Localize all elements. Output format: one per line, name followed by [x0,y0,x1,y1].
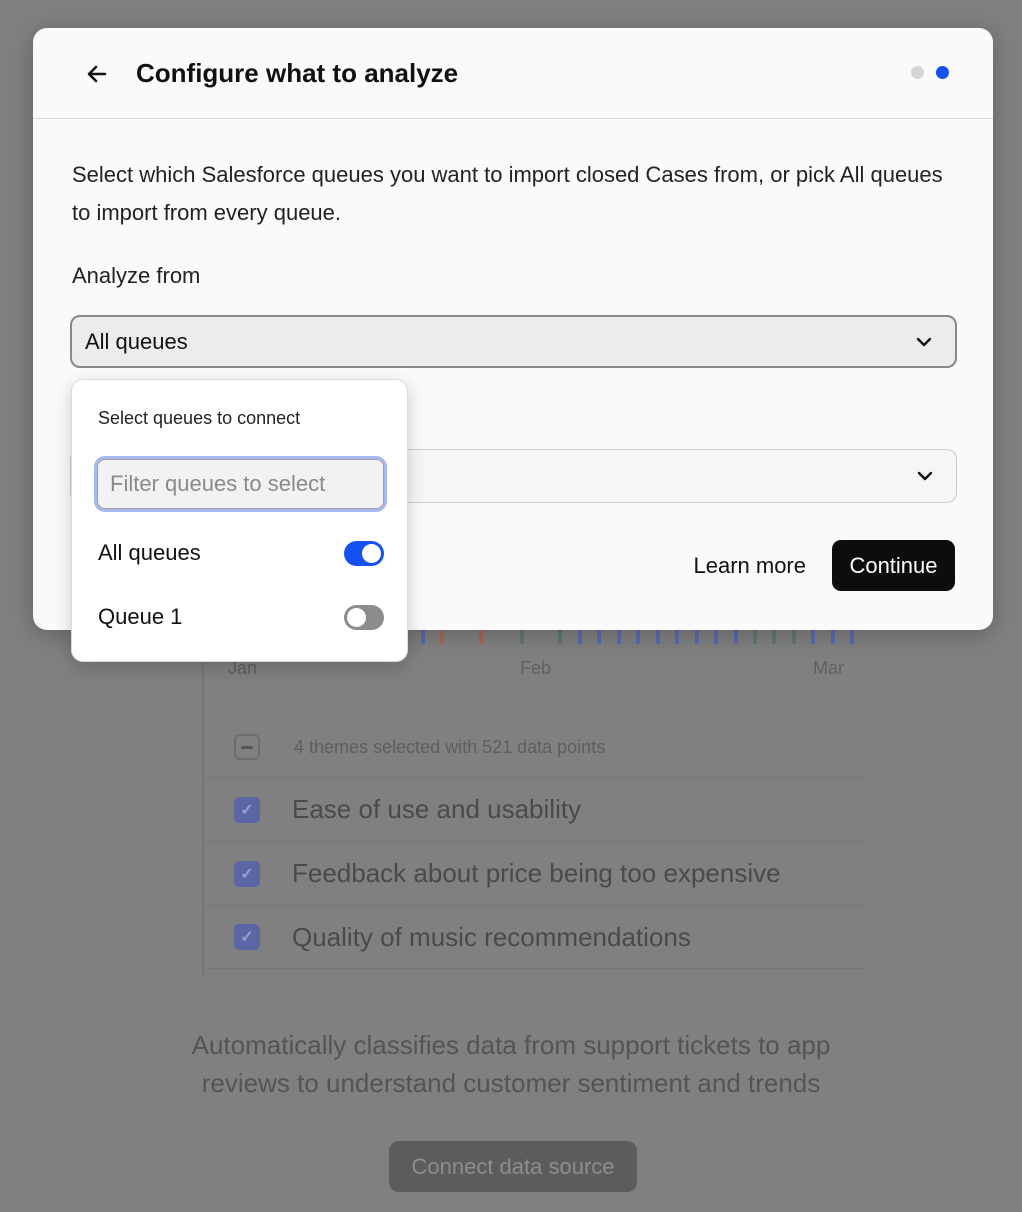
learn-more-button[interactable]: Learn more [693,553,806,579]
themes-summary-text: 4 themes selected with 521 data points [294,736,606,757]
theme-checkbox[interactable]: ✓ [234,796,260,823]
connect-data-source-button[interactable]: Connect data source [389,1141,637,1192]
description-line: Automatically classifies data from suppo… [191,1030,831,1060]
toggle-knob [362,543,381,563]
timeline-bar [578,628,582,644]
timeline-bar [440,628,444,644]
timeline-bar [811,628,815,644]
chevron-down-icon [917,471,933,481]
queue-toggle-switch[interactable] [344,540,384,566]
description-line: reviews to understand customer sentiment… [201,1068,821,1098]
themes-list: ✓ Ease of use and usability ✓ Feedback a… [204,777,864,969]
filter-input-focus-ring [94,456,387,512]
timeline-bar [714,628,718,644]
step-dot-1 [911,66,924,79]
theme-label: Ease of use and usability [292,794,582,824]
timeline-bar [479,628,483,644]
product-description: Automatically classifies data from suppo… [0,1026,1022,1102]
timeline-bar [850,628,854,644]
theme-label: Quality of music recommendations [292,921,691,952]
timeline-bar [636,628,640,644]
back-arrow-icon[interactable] [83,60,111,88]
month-label-feb: Feb [520,658,552,678]
queue-option-all[interactable]: All queues [98,537,384,569]
analyze-from-label: Analyze from [72,263,201,288]
select-all-checkbox[interactable] [234,734,260,760]
timeline-bar [772,628,776,644]
queue-toggle-switch[interactable] [344,604,384,630]
queue-option-label: All queues [98,540,201,565]
filter-queues-input[interactable] [97,459,384,509]
timeline-bar [597,628,601,644]
theme-row[interactable]: ✓ Feedback about price being too expensi… [204,841,864,905]
timeline-bar [421,628,425,644]
theme-checkbox[interactable]: ✓ [234,924,260,950]
analyze-from-value: All queues [85,328,188,354]
queue-option-label: Queue 1 [98,604,183,629]
timeline-bar [792,628,796,644]
timeline-bar [656,628,660,644]
modal-header: Configure what to analyze [33,28,993,119]
theme-label: Feedback about price being too expensive [292,858,781,888]
timeline-bar [617,628,621,644]
timeline-bar [558,628,562,644]
step-indicator [911,66,949,79]
modal-title: Configure what to analyze [136,58,459,88]
analyze-from-select[interactable]: All queues [70,315,957,368]
modal-footer: Learn more Continue [693,540,955,591]
theme-row[interactable]: ✓ Ease of use and usability [204,777,864,841]
theme-row[interactable]: ✓ Quality of music recommendations [204,905,864,969]
theme-checkbox[interactable]: ✓ [234,860,260,887]
month-label-mar: Mar [813,658,844,678]
timeline-bar [734,628,738,644]
themes-summary: 4 themes selected with 521 data points [234,734,605,760]
dropdown-heading: Select queues to connect [98,408,301,428]
modal-description: Select which Salesforce queues you want … [72,162,943,225]
toggle-knob [347,607,366,627]
timeline-bar [831,628,835,644]
queue-select-dropdown: Select queues to connect All queues Queu… [71,379,408,662]
step-dot-2 [936,66,949,79]
continue-button[interactable]: Continue [832,540,955,591]
timeline-bar [695,628,699,644]
chevron-down-icon [916,337,932,346]
queue-option-queue-1[interactable]: Queue 1 [98,601,384,633]
timeline-bar [520,628,524,644]
timeline-bar [675,628,679,644]
timeline-bar [753,628,757,644]
